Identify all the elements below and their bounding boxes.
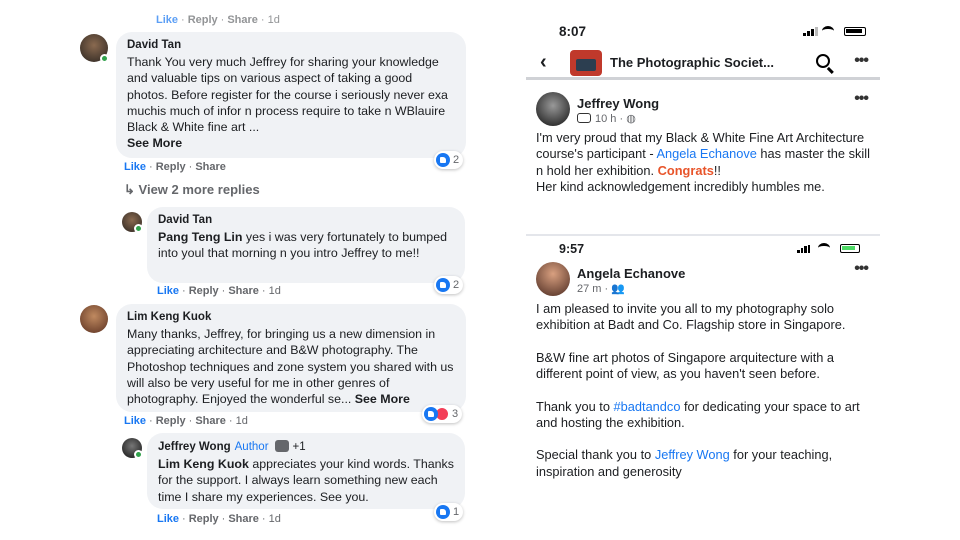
share-link[interactable]: Share [195,161,226,173]
friends-icon: 👥 [611,283,625,295]
like-reaction-icon [436,153,450,167]
comment-time: 1d [267,14,280,26]
comments-panel: Like · Reply · Share · 1d David Tan Thank You … [70,0,470,540]
badge-count: +1 [292,441,306,453]
divider [526,234,880,236]
comment-author[interactable]: Jeffrey Wong [158,441,231,453]
share-link[interactable]: Share [228,285,259,297]
comment-text: Thank You very much Jeffrey for sharing … [127,55,448,151]
comment-bubble: Lim Keng Kuok Many thanks, Jeffrey, for … [116,304,466,412]
comment-time: 1d [268,513,281,525]
post-author[interactable]: Jeffrey Wong [577,96,659,111]
globe-icon: ◍ [626,113,636,125]
cut-off-comment-actions: Like · Reply · Share · 1d [156,14,280,26]
group-logo[interactable] [570,50,602,76]
comment-author[interactable]: David Tan [158,214,454,226]
badge-icon [577,113,591,123]
back-arrow-icon[interactable]: ‹ [540,51,547,74]
post-text: I am pleased to invite you all to my pho… [536,301,860,479]
like-reaction-icon [436,505,450,519]
congrats-text: Congrats [657,162,714,178]
comment-actions: Like · Reply · Share · 1d [157,513,281,525]
hashtag-link[interactable]: #badtandco [614,399,681,414]
comment-time: 1d [235,415,248,427]
avatar[interactable] [80,305,108,333]
mention-link[interactable]: Jeffrey Wong [655,447,730,462]
comment-time: 1d [268,285,281,297]
status-time: 8:07 [559,24,587,39]
share-link[interactable]: Share [195,415,226,427]
like-link[interactable]: Like [157,513,179,525]
more-dots-icon[interactable]: ••• [854,52,869,70]
comment-actions: Like · Reply · Share · 1d [157,285,281,297]
battery-icon [840,244,860,253]
author-badge: Author [234,441,269,453]
search-icon[interactable] [816,54,830,68]
like-link[interactable]: Like [156,14,178,26]
comment-text: Pang Teng Lin yes i was very fortunately… [158,230,447,261]
online-indicator [100,54,109,63]
share-link[interactable]: Share [228,513,259,525]
like-reaction-icon [436,278,450,292]
post-meta: 27 m · 👥 [577,283,625,295]
comment-bubble: David Tan Pang Teng Lin yes i was very f… [147,207,465,283]
battery-icon [844,27,866,36]
post-author[interactable]: Angela Echanove [577,266,685,281]
comment-author-row: Jeffrey Wong Author +1 [158,440,454,453]
reaction-count[interactable]: 3 [422,405,463,423]
comment-actions: Like · Reply · Share [124,161,226,173]
comment-author[interactable]: David Tan [127,39,455,51]
share-link[interactable]: Share [227,14,258,26]
comment-bubble: Jeffrey Wong Author +1 Lim Keng Kuok appre… [147,433,465,509]
comment-author[interactable]: Lim Keng Kuok [127,311,455,323]
comment-actions: Like · Reply · Share · 1d [124,415,248,427]
badge-icon [274,440,289,452]
mention-link[interactable]: Pang Teng Lin [158,230,242,244]
avatar[interactable] [536,262,570,296]
reply-link[interactable]: Reply [189,513,219,525]
reply-arrow-icon: ↳ [124,182,135,197]
avatar[interactable] [536,92,570,126]
reply-link[interactable]: Reply [188,14,218,26]
status-bar: 8:07 [526,0,880,46]
post-text: I'm very proud that my Black & White Fin… [536,130,870,195]
comment-bubble: David Tan Thank You very much Jeffrey fo… [116,32,466,158]
reaction-count[interactable]: 2 [434,276,464,294]
status-time: 9:57 [559,242,585,256]
see-more-link[interactable]: See More [127,136,182,150]
reply-link[interactable]: Reply [189,285,219,297]
more-dots-icon[interactable]: ••• [854,260,869,278]
see-more-link[interactable]: See More [355,392,410,406]
signal-icon [803,27,818,36]
comment-text: Lim Keng Kuok appreciates your kind word… [158,457,454,504]
wifi-icon [818,243,830,253]
group-header: ‹ The Photographic Societ... ••• [526,46,880,80]
like-link[interactable]: Like [124,161,146,173]
like-reaction-icon [424,407,438,421]
reply-link[interactable]: Reply [156,161,186,173]
post-meta: 10 h · ◍ [577,112,636,125]
reaction-count[interactable]: 2 [434,151,464,169]
online-indicator [134,450,143,459]
group-name[interactable]: The Photographic Societ... [610,55,774,70]
reply-link[interactable]: Reply [156,415,186,427]
like-link[interactable]: Like [124,415,146,427]
mobile-panel: 8:07 ‹ The Photographic Societ... ••• Je… [526,0,880,540]
mention-link[interactable]: Angela Echanove [657,146,757,161]
reaction-count[interactable]: 1 [434,503,464,521]
online-indicator [134,224,143,233]
comment-text: Many thanks, Jeffrey, for bringing us a … [127,327,454,407]
more-dots-icon[interactable]: ••• [854,90,869,108]
wifi-icon [822,26,834,36]
view-more-replies[interactable]: ↳ View 2 more replies [124,182,260,198]
like-link[interactable]: Like [157,285,179,297]
signal-icon [797,245,810,253]
mention-link[interactable]: Lim Keng Kuok [158,457,249,471]
